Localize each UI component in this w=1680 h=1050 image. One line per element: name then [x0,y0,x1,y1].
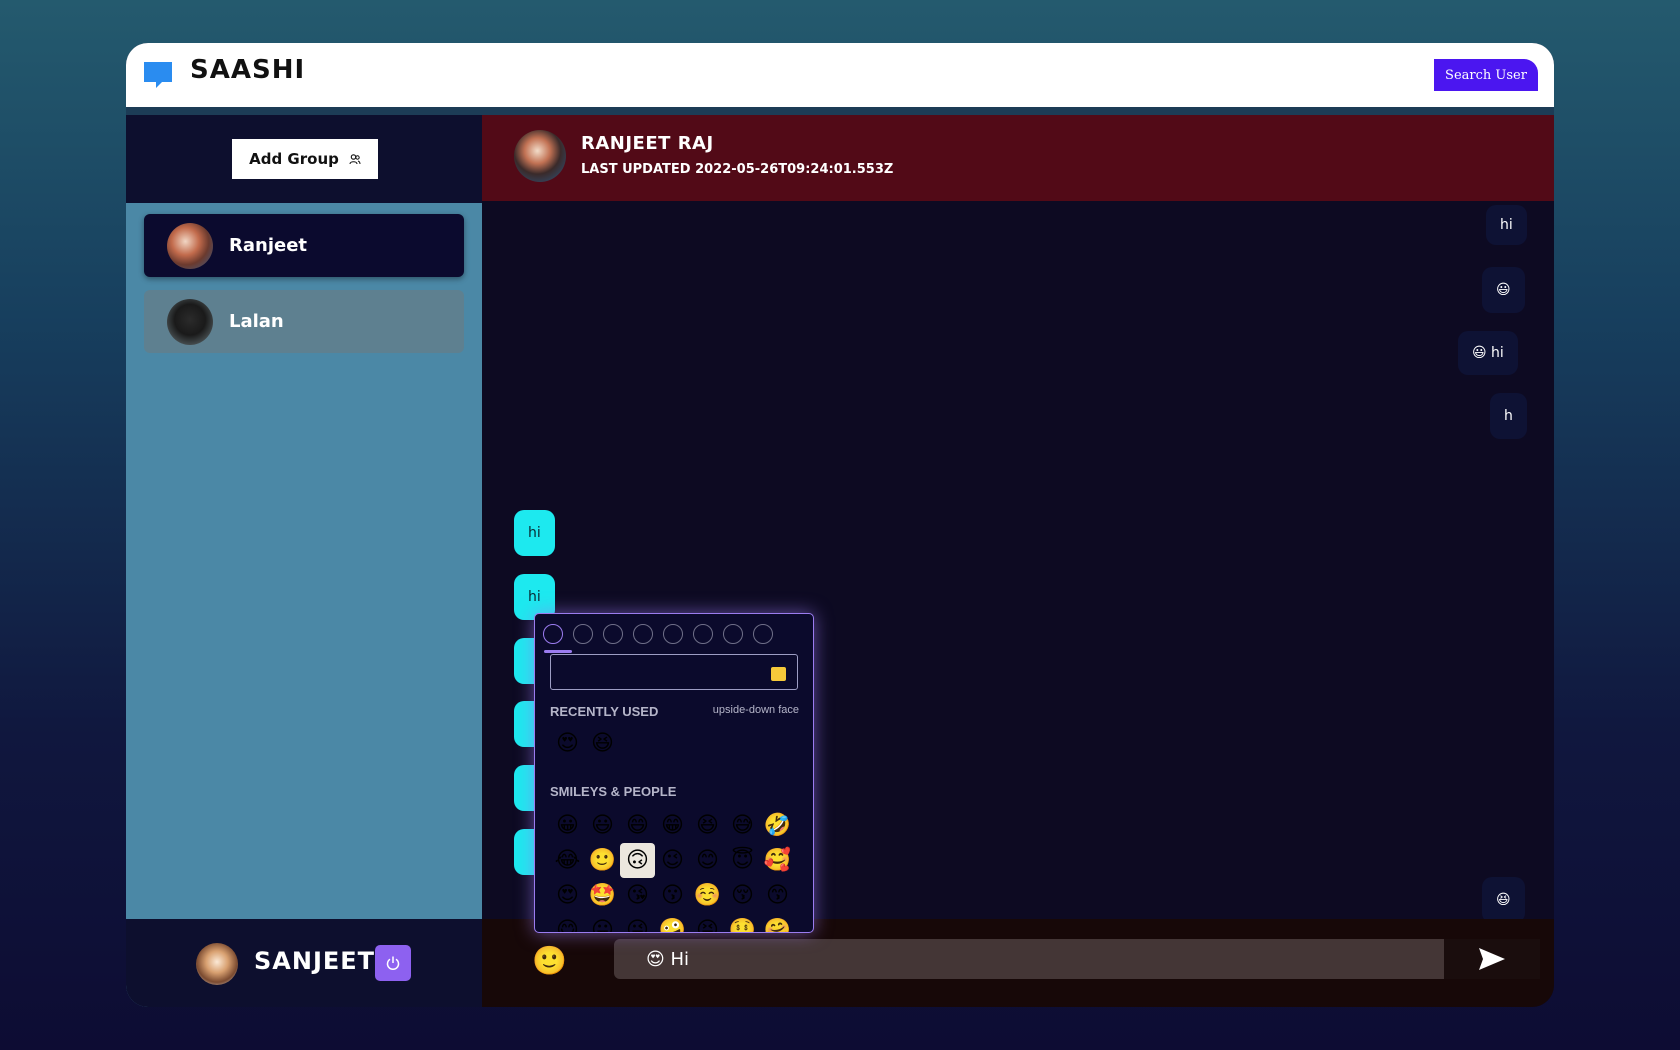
symbols-icon[interactable] [753,624,773,644]
emoji-preview-label: upside-down face [712,704,799,716]
emoji-button[interactable]: 😍 [550,726,585,761]
avatar[interactable] [514,130,566,182]
message-bubble: 😃 hi [1458,331,1518,375]
emoji-category-tabs [543,624,805,644]
brand-name: SAASHI [190,55,306,85]
emoji-button[interactable]: 🥰 [760,843,795,878]
message-bubble: 😃 [1482,267,1525,313]
emoji-button[interactable]: 😗 [655,878,690,913]
emoji-toggle-icon[interactable]: 🙂 [532,945,567,977]
animals-icon[interactable] [603,624,623,644]
send-button[interactable] [1444,939,1540,979]
emoji-button[interactable]: 😅 [725,808,760,843]
search-user-button[interactable]: Search User [1434,59,1538,91]
emoji-button[interactable]: 😇 [725,843,760,878]
chat-header: RANJEET RAJ LAST UPDATED 2022-05-26T09:2… [482,115,1554,201]
logout-button[interactable] [375,945,411,981]
current-user-bar: SANJEET [126,919,482,1007]
emoji-button[interactable]: 😜 [620,913,655,932]
add-group-button[interactable]: Add Group [232,139,378,179]
emoji-search-input[interactable] [550,654,798,690]
emoji-picker[interactable]: RECENTLY USED upside-down face 😍 😆 SMILE… [534,613,814,933]
sidebar-header: Add Group [126,115,482,203]
emoji-button[interactable]: 🤪 [655,913,690,932]
chat-item-name: Ranjeet [229,235,308,256]
recently-used-label: RECENTLY USED [550,704,659,719]
emoji-button[interactable]: 😚 [725,878,760,913]
chat-bubble-icon [144,62,172,88]
emoji-button[interactable]: 😙 [760,878,795,913]
emoji-button[interactable]: 😉 [655,843,690,878]
message-bubble: hi [1486,205,1527,245]
emoji-button[interactable]: 😘 [620,878,655,913]
emoji-button[interactable]: 😁 [655,808,690,843]
smileys-label: SMILEYS & PEOPLE [550,784,677,799]
emoji-button[interactable]: 😍 [550,878,585,913]
recent-emoji-grid: 😍 😆 [550,726,795,761]
smileys-icon[interactable] [573,624,593,644]
travel-icon[interactable] [693,624,713,644]
group-icon [349,154,361,165]
emoji-button[interactable]: 🤣 [760,808,795,843]
message-input[interactable] [614,939,1444,979]
add-group-label: Add Group [249,150,339,168]
chat-item-lalan[interactable]: Lalan [144,290,464,353]
emoji-button[interactable]: 😀 [550,808,585,843]
emoji-button[interactable]: 😆 [690,808,725,843]
current-user-name: SANJEET [254,947,376,975]
emoji-button[interactable]: 😛 [585,913,620,932]
message-bubble: h [1490,393,1527,439]
avatar [196,943,238,985]
emoji-button[interactable]: 😋 [550,913,585,932]
emoji-button[interactable]: 😆 [585,726,620,761]
send-icon [1479,948,1505,970]
emoji-button[interactable]: 😄 [620,808,655,843]
smileys-emoji-grid: 😀 😃 😄 😁 😆 😅 🤣 😂 🙂 🙃 😉 😊 😇 🥰 😍 🤩 😘 😗 ☺️ 😚 😙 😋 😛 😜 🤪 😝 🤑 🤗 [550,808,795,932]
avatar [167,222,213,269]
emoji-button[interactable]: 🤑 [725,913,760,932]
chat-title: RANJEET RAJ [581,133,714,154]
category-indicator [544,650,572,653]
message-bubble: 😆 [1482,877,1525,919]
sidebar: Add Group Ranjeet Lalan SANJEET [126,115,482,1007]
app-window: SAASHI Search User Add Group Ranjeet Lal… [126,43,1554,1007]
food-icon[interactable] [633,624,653,644]
emoji-button[interactable]: 😃 [585,808,620,843]
power-icon [386,956,400,970]
message-bubble: hi [514,510,555,556]
emoji-button[interactable]: 🙂 [585,843,620,878]
emoji-button[interactable]: 😂 [550,843,585,878]
top-bar: SAASHI Search User [126,43,1554,107]
emoji-button[interactable]: 🙃 [620,843,655,878]
chat-item-ranjeet[interactable]: Ranjeet [144,214,464,277]
emoji-button[interactable]: 🤗 [760,913,795,932]
emoji-button[interactable]: 😊 [690,843,725,878]
frequently-used-icon[interactable] [543,624,563,644]
emoji-button[interactable]: ☺️ [690,878,725,913]
emoji-button[interactable]: 😝 [690,913,725,932]
emoji-button[interactable]: 🤩 [585,878,620,913]
objects-icon[interactable] [723,624,743,644]
last-updated: LAST UPDATED 2022-05-26T09:24:01.553Z [581,162,894,177]
divider [126,107,1554,115]
activity-icon[interactable] [663,624,683,644]
search-icon [771,667,786,681]
avatar [167,298,213,345]
chat-item-name: Lalan [229,311,284,332]
